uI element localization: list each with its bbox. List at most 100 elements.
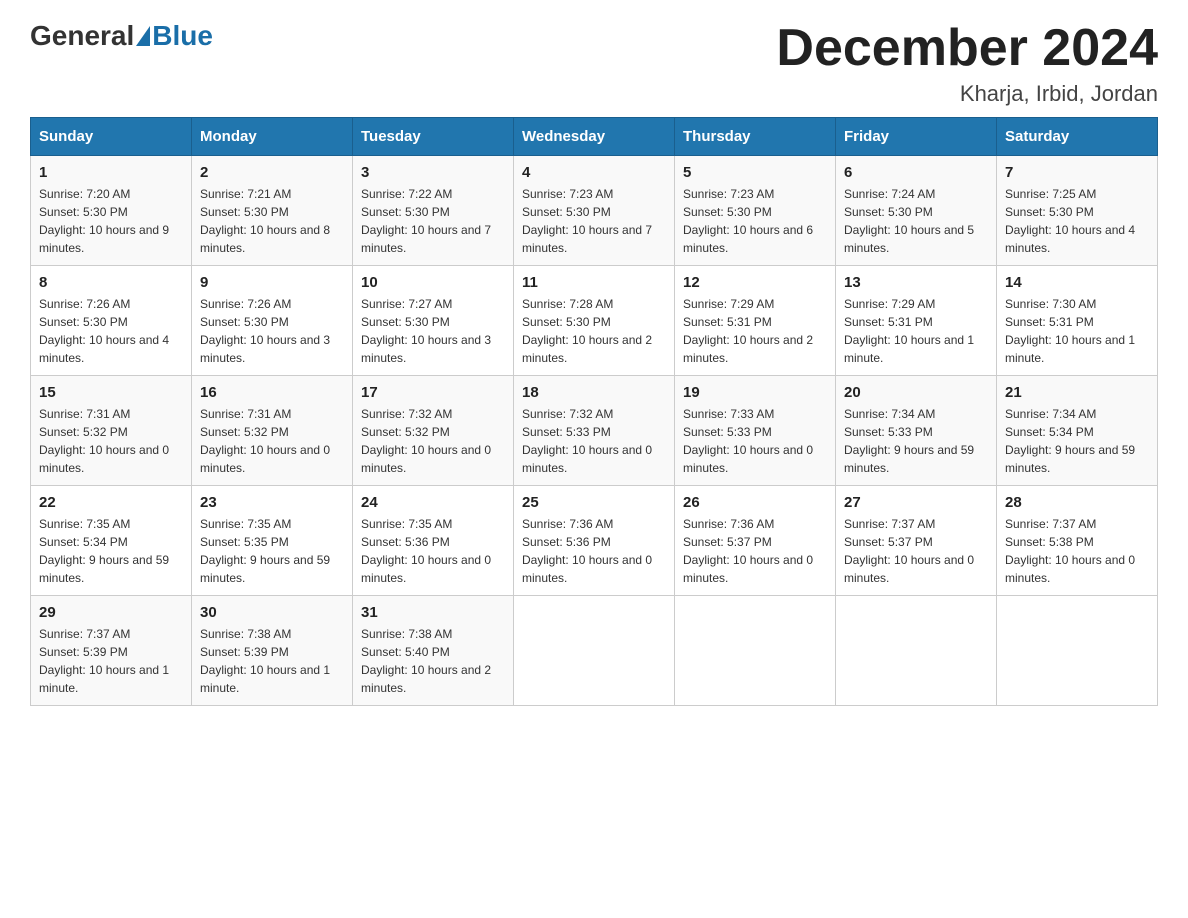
day-number: 6 <box>844 164 988 181</box>
logo-blue-text: Blue <box>152 20 213 52</box>
day-info: Sunrise: 7:34 AMSunset: 5:33 PMDaylight:… <box>844 407 974 475</box>
day-info: Sunrise: 7:31 AMSunset: 5:32 PMDaylight:… <box>39 407 169 475</box>
day-info: Sunrise: 7:36 AMSunset: 5:37 PMDaylight:… <box>683 517 813 585</box>
calendar-cell: 8 Sunrise: 7:26 AMSunset: 5:30 PMDayligh… <box>31 266 192 376</box>
calendar-cell: 31 Sunrise: 7:38 AMSunset: 5:40 PMDaylig… <box>353 596 514 706</box>
calendar-cell: 20 Sunrise: 7:34 AMSunset: 5:33 PMDaylig… <box>836 376 997 486</box>
calendar-cell: 24 Sunrise: 7:35 AMSunset: 5:36 PMDaylig… <box>353 486 514 596</box>
day-number: 31 <box>361 604 505 621</box>
calendar-cell: 7 Sunrise: 7:25 AMSunset: 5:30 PMDayligh… <box>997 156 1158 266</box>
day-info: Sunrise: 7:32 AMSunset: 5:33 PMDaylight:… <box>522 407 652 475</box>
logo-triangle-icon <box>136 26 150 46</box>
calendar-header-row: SundayMondayTuesdayWednesdayThursdayFrid… <box>31 118 1158 156</box>
calendar-cell: 10 Sunrise: 7:27 AMSunset: 5:30 PMDaylig… <box>353 266 514 376</box>
calendar-cell: 11 Sunrise: 7:28 AMSunset: 5:30 PMDaylig… <box>514 266 675 376</box>
calendar-week-row: 15 Sunrise: 7:31 AMSunset: 5:32 PMDaylig… <box>31 376 1158 486</box>
day-info: Sunrise: 7:38 AMSunset: 5:39 PMDaylight:… <box>200 627 330 695</box>
calendar-cell <box>514 596 675 706</box>
day-number: 8 <box>39 274 183 291</box>
calendar-cell: 17 Sunrise: 7:32 AMSunset: 5:32 PMDaylig… <box>353 376 514 486</box>
day-number: 2 <box>200 164 344 181</box>
calendar-cell: 3 Sunrise: 7:22 AMSunset: 5:30 PMDayligh… <box>353 156 514 266</box>
calendar-cell <box>997 596 1158 706</box>
day-info: Sunrise: 7:37 AMSunset: 5:39 PMDaylight:… <box>39 627 169 695</box>
calendar-cell: 27 Sunrise: 7:37 AMSunset: 5:37 PMDaylig… <box>836 486 997 596</box>
calendar-cell <box>675 596 836 706</box>
day-info: Sunrise: 7:27 AMSunset: 5:30 PMDaylight:… <box>361 297 491 365</box>
day-info: Sunrise: 7:35 AMSunset: 5:36 PMDaylight:… <box>361 517 491 585</box>
calendar-week-row: 8 Sunrise: 7:26 AMSunset: 5:30 PMDayligh… <box>31 266 1158 376</box>
calendar-cell: 21 Sunrise: 7:34 AMSunset: 5:34 PMDaylig… <box>997 376 1158 486</box>
day-info: Sunrise: 7:24 AMSunset: 5:30 PMDaylight:… <box>844 187 974 255</box>
day-info: Sunrise: 7:26 AMSunset: 5:30 PMDaylight:… <box>200 297 330 365</box>
day-info: Sunrise: 7:26 AMSunset: 5:30 PMDaylight:… <box>39 297 169 365</box>
day-info: Sunrise: 7:38 AMSunset: 5:40 PMDaylight:… <box>361 627 491 695</box>
calendar-cell: 14 Sunrise: 7:30 AMSunset: 5:31 PMDaylig… <box>997 266 1158 376</box>
day-number: 1 <box>39 164 183 181</box>
calendar-cell: 5 Sunrise: 7:23 AMSunset: 5:30 PMDayligh… <box>675 156 836 266</box>
calendar-cell: 6 Sunrise: 7:24 AMSunset: 5:30 PMDayligh… <box>836 156 997 266</box>
calendar-cell: 15 Sunrise: 7:31 AMSunset: 5:32 PMDaylig… <box>31 376 192 486</box>
day-info: Sunrise: 7:35 AMSunset: 5:34 PMDaylight:… <box>39 517 169 585</box>
day-info: Sunrise: 7:33 AMSunset: 5:33 PMDaylight:… <box>683 407 813 475</box>
day-number: 28 <box>1005 494 1149 511</box>
day-number: 14 <box>1005 274 1149 291</box>
calendar-cell: 1 Sunrise: 7:20 AMSunset: 5:30 PMDayligh… <box>31 156 192 266</box>
day-number: 20 <box>844 384 988 401</box>
day-info: Sunrise: 7:20 AMSunset: 5:30 PMDaylight:… <box>39 187 169 255</box>
weekday-header-monday: Monday <box>192 118 353 156</box>
day-number: 7 <box>1005 164 1149 181</box>
weekday-header-saturday: Saturday <box>997 118 1158 156</box>
calendar-cell <box>836 596 997 706</box>
day-info: Sunrise: 7:22 AMSunset: 5:30 PMDaylight:… <box>361 187 491 255</box>
weekday-header-wednesday: Wednesday <box>514 118 675 156</box>
calendar-cell: 22 Sunrise: 7:35 AMSunset: 5:34 PMDaylig… <box>31 486 192 596</box>
day-info: Sunrise: 7:31 AMSunset: 5:32 PMDaylight:… <box>200 407 330 475</box>
day-number: 24 <box>361 494 505 511</box>
day-number: 5 <box>683 164 827 181</box>
day-info: Sunrise: 7:23 AMSunset: 5:30 PMDaylight:… <box>683 187 813 255</box>
day-info: Sunrise: 7:28 AMSunset: 5:30 PMDaylight:… <box>522 297 652 365</box>
weekday-header-friday: Friday <box>836 118 997 156</box>
day-info: Sunrise: 7:25 AMSunset: 5:30 PMDaylight:… <box>1005 187 1135 255</box>
day-number: 21 <box>1005 384 1149 401</box>
day-number: 12 <box>683 274 827 291</box>
title-section: December 2024 Kharja, Irbid, Jordan <box>776 20 1158 107</box>
calendar-cell: 19 Sunrise: 7:33 AMSunset: 5:33 PMDaylig… <box>675 376 836 486</box>
day-number: 18 <box>522 384 666 401</box>
day-info: Sunrise: 7:29 AMSunset: 5:31 PMDaylight:… <box>683 297 813 365</box>
weekday-header-thursday: Thursday <box>675 118 836 156</box>
calendar-cell: 30 Sunrise: 7:38 AMSunset: 5:39 PMDaylig… <box>192 596 353 706</box>
day-number: 25 <box>522 494 666 511</box>
calendar-cell: 13 Sunrise: 7:29 AMSunset: 5:31 PMDaylig… <box>836 266 997 376</box>
day-number: 23 <box>200 494 344 511</box>
day-number: 10 <box>361 274 505 291</box>
calendar-cell: 28 Sunrise: 7:37 AMSunset: 5:38 PMDaylig… <box>997 486 1158 596</box>
day-info: Sunrise: 7:29 AMSunset: 5:31 PMDaylight:… <box>844 297 974 365</box>
calendar-week-row: 22 Sunrise: 7:35 AMSunset: 5:34 PMDaylig… <box>31 486 1158 596</box>
calendar-cell: 23 Sunrise: 7:35 AMSunset: 5:35 PMDaylig… <box>192 486 353 596</box>
day-number: 19 <box>683 384 827 401</box>
day-number: 4 <box>522 164 666 181</box>
page-header: General Blue December 2024 Kharja, Irbid… <box>30 20 1158 107</box>
day-info: Sunrise: 7:36 AMSunset: 5:36 PMDaylight:… <box>522 517 652 585</box>
calendar-cell: 9 Sunrise: 7:26 AMSunset: 5:30 PMDayligh… <box>192 266 353 376</box>
month-year-title: December 2024 <box>776 20 1158 77</box>
day-number: 9 <box>200 274 344 291</box>
day-number: 11 <box>522 274 666 291</box>
calendar-cell: 26 Sunrise: 7:36 AMSunset: 5:37 PMDaylig… <box>675 486 836 596</box>
calendar-cell: 12 Sunrise: 7:29 AMSunset: 5:31 PMDaylig… <box>675 266 836 376</box>
calendar-cell: 16 Sunrise: 7:31 AMSunset: 5:32 PMDaylig… <box>192 376 353 486</box>
day-info: Sunrise: 7:23 AMSunset: 5:30 PMDaylight:… <box>522 187 652 255</box>
day-number: 27 <box>844 494 988 511</box>
day-info: Sunrise: 7:32 AMSunset: 5:32 PMDaylight:… <box>361 407 491 475</box>
day-number: 17 <box>361 384 505 401</box>
day-number: 13 <box>844 274 988 291</box>
calendar-week-row: 1 Sunrise: 7:20 AMSunset: 5:30 PMDayligh… <box>31 156 1158 266</box>
day-number: 29 <box>39 604 183 621</box>
day-info: Sunrise: 7:37 AMSunset: 5:37 PMDaylight:… <box>844 517 974 585</box>
calendar-table: SundayMondayTuesdayWednesdayThursdayFrid… <box>30 117 1158 706</box>
day-info: Sunrise: 7:35 AMSunset: 5:35 PMDaylight:… <box>200 517 330 585</box>
calendar-week-row: 29 Sunrise: 7:37 AMSunset: 5:39 PMDaylig… <box>31 596 1158 706</box>
day-info: Sunrise: 7:34 AMSunset: 5:34 PMDaylight:… <box>1005 407 1135 475</box>
